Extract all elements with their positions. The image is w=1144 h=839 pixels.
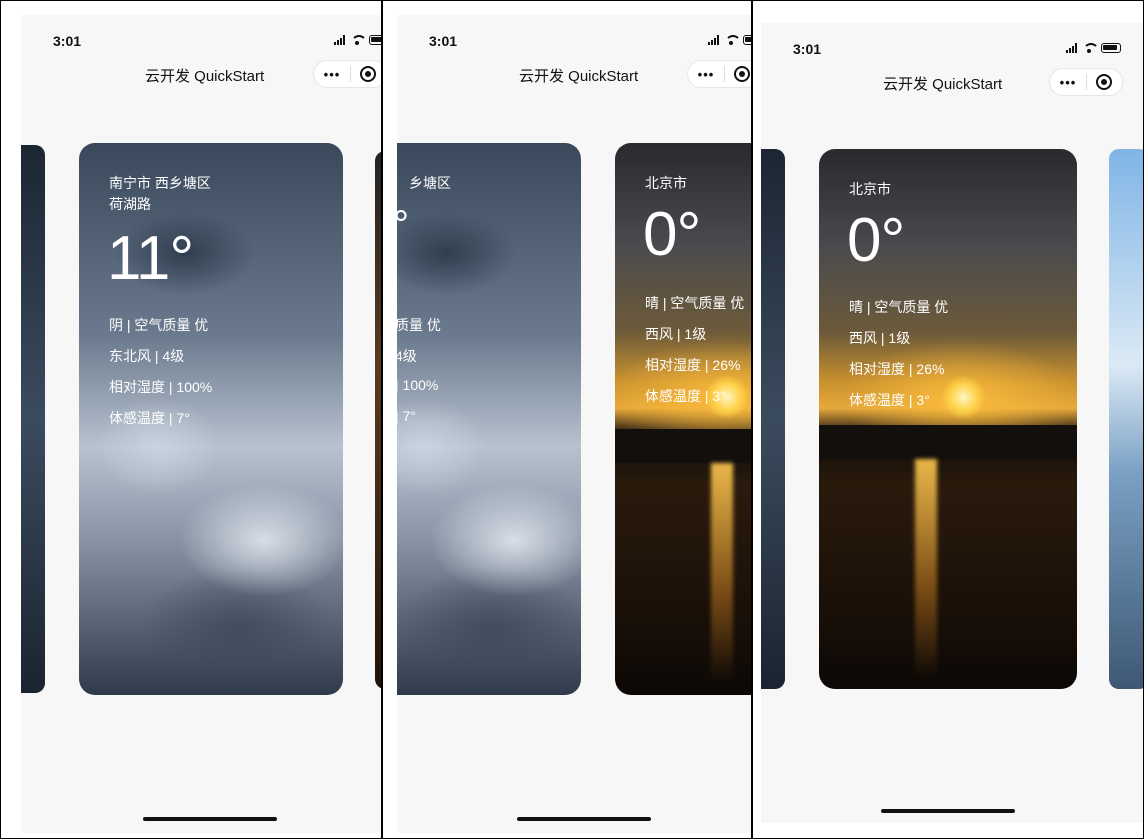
prev-card-peek[interactable] xyxy=(761,149,785,689)
more-icon[interactable]: ••• xyxy=(688,67,724,82)
status-time: 3:01 xyxy=(429,33,458,49)
capsule-menu[interactable]: ••• xyxy=(687,60,751,88)
battery-icon xyxy=(743,35,751,45)
weather-air-quality: 晴 | 空气质量 优 xyxy=(645,295,745,311)
phone-screen: 3:01 云开发 QuickStart ••• 北京市 0° 晴 | 空气质量 … xyxy=(761,23,1143,823)
battery-icon xyxy=(369,35,381,45)
prev-card-peek[interactable] xyxy=(21,145,45,693)
temperature: 11° xyxy=(107,224,194,293)
home-indicator xyxy=(143,817,277,821)
temperature: 0° xyxy=(847,206,905,275)
sun-reflection xyxy=(915,459,937,679)
capsule-menu[interactable]: ••• xyxy=(1049,68,1123,96)
city-name: 北京市 xyxy=(849,181,891,197)
feels-like-info: 体感温度 | 7° xyxy=(109,410,190,426)
close-target-icon[interactable] xyxy=(351,66,381,82)
feels-like-info: | 7° xyxy=(397,408,416,424)
wifi-icon xyxy=(350,35,367,45)
screenshot-panel-1: 3:01 云开发 QuickStart ••• 南宁市 西乡塘区 荷湖路 11°… xyxy=(0,0,382,839)
shoreline xyxy=(615,429,751,463)
screenshot-panel-2: 3:01 云开发 QuickStart ••• 乡塘区 ° 质量 优 4级 | … xyxy=(382,0,752,839)
home-indicator xyxy=(881,809,1015,813)
phone-screen: 3:01 云开发 QuickStart ••• 南宁市 西乡塘区 荷湖路 11°… xyxy=(21,15,381,833)
city-line-2: 荷湖路 xyxy=(109,196,151,212)
weather-air-quality: 质量 优 xyxy=(397,317,441,333)
wind-info: 西风 | 1级 xyxy=(849,330,911,346)
status-time: 3:01 xyxy=(793,41,822,57)
shoreline xyxy=(819,425,1077,459)
close-target-icon[interactable] xyxy=(725,66,751,82)
weather-card-nanning-partial[interactable]: 乡塘区 ° 质量 优 4级 | 100% | 7° xyxy=(397,143,581,695)
nav-title: 云开发 QuickStart xyxy=(145,68,265,85)
signal-icon xyxy=(1066,43,1077,53)
status-icons xyxy=(708,35,751,45)
nav-title: 云开发 QuickStart xyxy=(883,76,1003,93)
weather-card-beijing-partial[interactable]: 北京市 0° 晴 | 空气质量 优 西风 | 1级 相对湿度 | 26% 体感温… xyxy=(615,143,751,695)
weather-air-quality: 阴 | 空气质量 优 xyxy=(109,317,209,333)
home-indicator xyxy=(517,817,651,821)
wind-info: 东北风 | 4级 xyxy=(109,348,185,364)
close-target-icon[interactable] xyxy=(1087,74,1122,90)
signal-icon xyxy=(334,35,345,45)
sun-reflection xyxy=(711,463,733,683)
humidity-info: 相对湿度 | 100% xyxy=(109,379,213,395)
capsule-menu[interactable]: ••• xyxy=(313,60,381,88)
temperature: ° xyxy=(397,203,409,248)
battery-icon xyxy=(1101,43,1121,53)
next-card-peek[interactable] xyxy=(375,151,381,689)
status-time: 3:01 xyxy=(53,33,82,49)
weather-air-quality: 晴 | 空气质量 优 xyxy=(849,299,949,315)
wifi-icon xyxy=(1082,43,1099,53)
city-line-1: 南宁市 西乡塘区 xyxy=(109,175,211,191)
feels-like-info: 体感温度 | 3° xyxy=(849,392,930,408)
signal-icon xyxy=(708,35,719,45)
city-name: 南宁市 西乡塘区 荷湖路 xyxy=(109,173,211,215)
feels-like-info: 体感温度 | 3° xyxy=(645,388,726,404)
wifi-icon xyxy=(724,35,741,45)
weather-card-beijing[interactable]: 北京市 0° 晴 | 空气质量 优 西风 | 1级 相对湿度 | 26% 体感温… xyxy=(819,149,1077,689)
phone-screen: 3:01 云开发 QuickStart ••• 乡塘区 ° 质量 优 4级 | … xyxy=(397,15,751,833)
humidity-info: | 100% xyxy=(397,377,439,393)
status-icons xyxy=(1066,43,1121,53)
next-card-peek[interactable] xyxy=(1109,149,1143,689)
temperature: 0° xyxy=(643,200,701,269)
wind-info: 西风 | 1级 xyxy=(645,326,707,342)
more-icon[interactable]: ••• xyxy=(314,67,350,82)
weather-card-nanning[interactable]: 南宁市 西乡塘区 荷湖路 11° 阴 | 空气质量 优 东北风 | 4级 相对湿… xyxy=(79,143,343,695)
wind-info: 4级 xyxy=(397,348,417,364)
city-name: 乡塘区 xyxy=(409,175,451,191)
humidity-info: 相对湿度 | 26% xyxy=(645,357,741,373)
screenshot-panel-3: 3:01 云开发 QuickStart ••• 北京市 0° 晴 | 空气质量 … xyxy=(752,0,1144,839)
city-name: 北京市 xyxy=(645,175,687,191)
status-icons xyxy=(334,35,381,45)
more-icon[interactable]: ••• xyxy=(1050,75,1086,90)
nav-title: 云开发 QuickStart xyxy=(519,68,639,85)
humidity-info: 相对湿度 | 26% xyxy=(849,361,945,377)
